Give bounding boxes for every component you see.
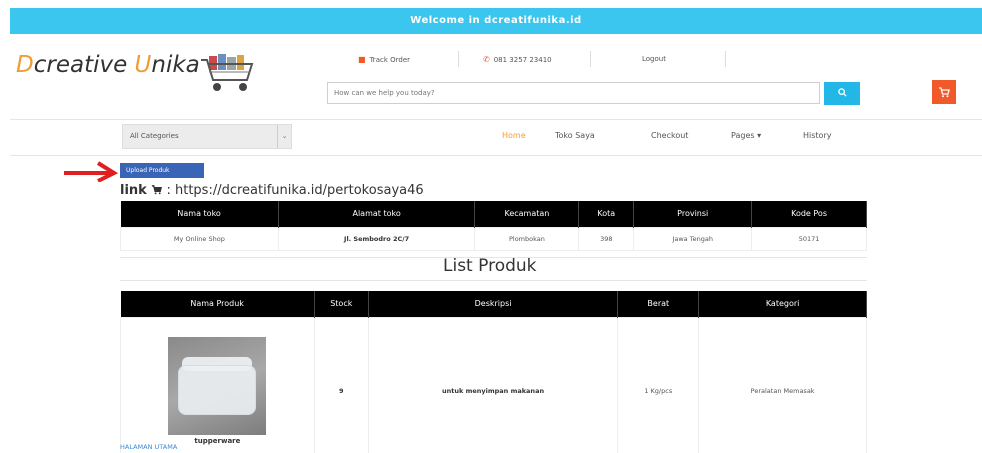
arrow-right-icon [64, 161, 118, 182]
table-cell: My Online Shop [120, 226, 279, 251]
nav-home[interactable]: Home [502, 131, 526, 140]
table-header: Provinsi [633, 201, 753, 227]
store-table: Nama toko Alamat toko Kecamatan Kota Pro… [120, 201, 867, 251]
table-header-row: Nama Produk Stock Deskripsi Berat Katego… [120, 291, 867, 317]
table-header: Kota [578, 201, 635, 227]
track-order-link[interactable]: ■ Track Order [358, 55, 410, 64]
phone-label: 081 3257 23410 [493, 56, 552, 64]
table-cell: Jawa Tengah [633, 226, 753, 251]
table-cell: Jl. Sembodro 2C/7 [277, 226, 476, 251]
cart-icon [152, 185, 163, 195]
track-order-label: Track Order [369, 56, 410, 64]
table-header: Deskripsi [368, 291, 619, 317]
table-row: tupperware 9 untuk menyimpan makanan 1 K… [120, 316, 867, 453]
shopping-cart-logo-icon [201, 54, 254, 91]
cart-icon [939, 87, 950, 98]
chevron-down-icon: ⌄ [277, 125, 291, 148]
table-header: Kode Pos [751, 201, 867, 227]
product-cell: tupperware [120, 316, 315, 453]
table-header-row: Nama toko Alamat toko Kecamatan Kota Pro… [120, 201, 867, 227]
table-header: Stock [314, 291, 369, 317]
truck-icon: ■ [358, 55, 366, 64]
store-link[interactable]: link : https://dcreatifunika.id/pertokos… [120, 183, 424, 198]
category-select[interactable]: All Categories ⌄ [122, 124, 292, 149]
search-icon [837, 88, 847, 97]
logo-word-nika: nika [151, 52, 200, 78]
nav-checkout[interactable]: Checkout [651, 131, 688, 140]
stock-cell: 9 [313, 316, 369, 453]
product-image[interactable] [168, 337, 267, 435]
phone-icon: ✆ [483, 55, 490, 64]
cart-button[interactable] [932, 80, 956, 104]
table-header: Nama Produk [120, 291, 315, 317]
separator [725, 51, 726, 67]
upload-product-button[interactable]: Upload Produk [120, 163, 204, 178]
nav-history[interactable]: History [803, 131, 831, 140]
table-header: Nama toko [120, 201, 279, 227]
table-cell: Plombokan [474, 226, 580, 251]
logo-word-creative: creative [33, 52, 135, 78]
logout-link[interactable]: Logout [642, 55, 666, 63]
search-input[interactable] [327, 82, 820, 104]
logo-letter-u: U [134, 52, 152, 78]
nav-pages[interactable]: Pages ▾ [731, 131, 761, 140]
home-page-link[interactable]: HALAMAN UTAMA [120, 443, 177, 451]
phone-number: ✆ 081 3257 23410 [483, 55, 552, 64]
description-cell: untuk menyimpan makanan [367, 316, 619, 453]
table-header: Alamat toko [278, 201, 476, 227]
divider [10, 119, 982, 120]
store-link-prefix: link [120, 183, 152, 198]
welcome-banner: Welcome in dcreatifunika.id [10, 8, 982, 34]
product-image-box [178, 365, 257, 415]
nav-toko-saya[interactable]: Toko Saya [555, 131, 595, 140]
category-label: All Categories [130, 132, 179, 140]
search-button[interactable] [824, 82, 860, 105]
separator [458, 51, 459, 67]
section-title: List Produk [443, 256, 537, 276]
product-table: Nama Produk Stock Deskripsi Berat Katego… [120, 291, 867, 453]
category-cell: Peralatan Memasak [698, 316, 867, 453]
table-header: Kategori [698, 291, 867, 317]
logo-letter-d: D [16, 52, 34, 78]
divider [10, 155, 982, 156]
divider [120, 280, 867, 281]
table-row: My Online Shop Jl. Sembodro 2C/7 Plombok… [120, 226, 867, 251]
weight-cell: 1 Kg/pcs [617, 316, 700, 453]
separator [590, 51, 591, 67]
table-header: Berat [617, 291, 700, 317]
table-header: Kecamatan [474, 201, 580, 227]
site-logo[interactable]: Dcreative Unika [16, 52, 200, 78]
table-cell: 50171 [751, 226, 867, 251]
table-cell: 398 [578, 226, 635, 251]
store-url: https://dcreatifunika.id/pertokosaya46 [175, 183, 424, 198]
